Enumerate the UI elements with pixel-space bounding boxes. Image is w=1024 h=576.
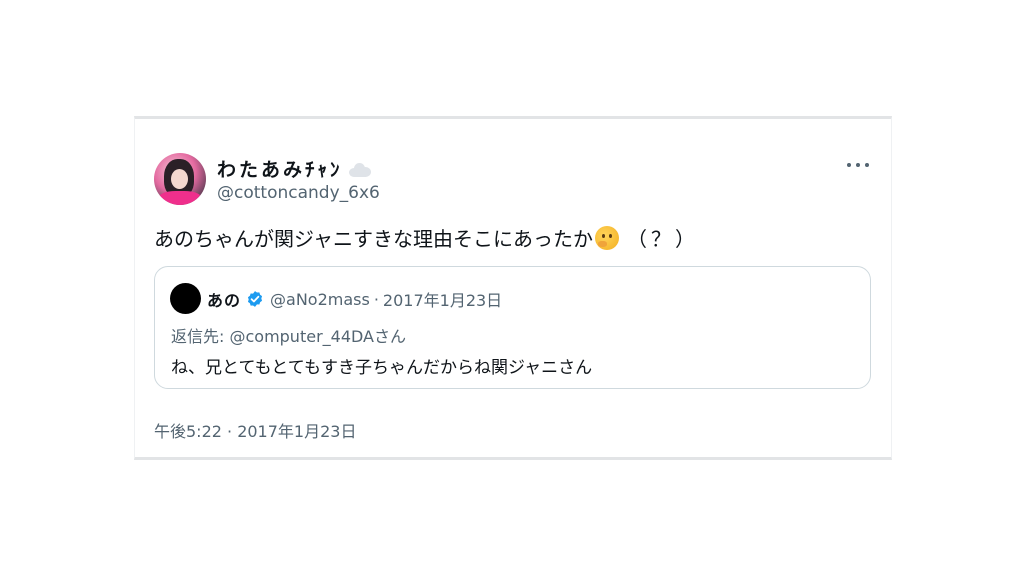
quoted-separator: · bbox=[373, 289, 379, 309]
quoted-date[interactable]: 2017年1月23日 bbox=[383, 287, 502, 311]
author-avatar[interactable] bbox=[154, 153, 206, 205]
cloud-icon bbox=[348, 162, 371, 177]
quoted-author-avatar[interactable] bbox=[170, 283, 201, 314]
author-handle[interactable]: @cottoncandy_6x6 bbox=[217, 183, 380, 203]
tweet-timestamp[interactable]: 午後5:22 · 2017年1月23日 bbox=[154, 418, 356, 442]
more-options-icon[interactable] bbox=[847, 157, 869, 173]
tweet-text: あのちゃんが関ジャニすきな理由そこにあったか （？） bbox=[154, 223, 699, 252]
tweet-text-suffix: （？） bbox=[627, 227, 699, 251]
quoted-tweet-header: あの @aNo2mass · 2017年1月23日 bbox=[207, 287, 502, 311]
quoted-tweet-text: ね、兄とてもとてもすき子ちゃんだからね関ジャニさん bbox=[171, 358, 593, 378]
thinking-face-emoji-icon bbox=[595, 225, 619, 250]
tweet-card: わたあみﾁｬﾝ @cottoncandy_6x6 あのちゃんが関ジャニすきな理由… bbox=[134, 116, 892, 460]
quoted-tweet[interactable]: あの @aNo2mass · 2017年1月23日 返信先: @computer… bbox=[154, 266, 871, 389]
quoted-author-handle[interactable]: @aNo2mass bbox=[270, 290, 370, 309]
quoted-author-name[interactable]: あの bbox=[207, 287, 241, 311]
author-display-name[interactable]: わたあみﾁｬﾝ bbox=[217, 155, 371, 182]
verified-badge-icon bbox=[247, 291, 263, 307]
author-display-name-text[interactable]: わたあみﾁｬﾝ bbox=[217, 155, 343, 182]
tweet-body: あのちゃんが関ジャニすきな理由そこにあったか bbox=[154, 227, 593, 251]
quoted-reply-to: 返信先: @computer_44DAさん bbox=[171, 327, 406, 346]
